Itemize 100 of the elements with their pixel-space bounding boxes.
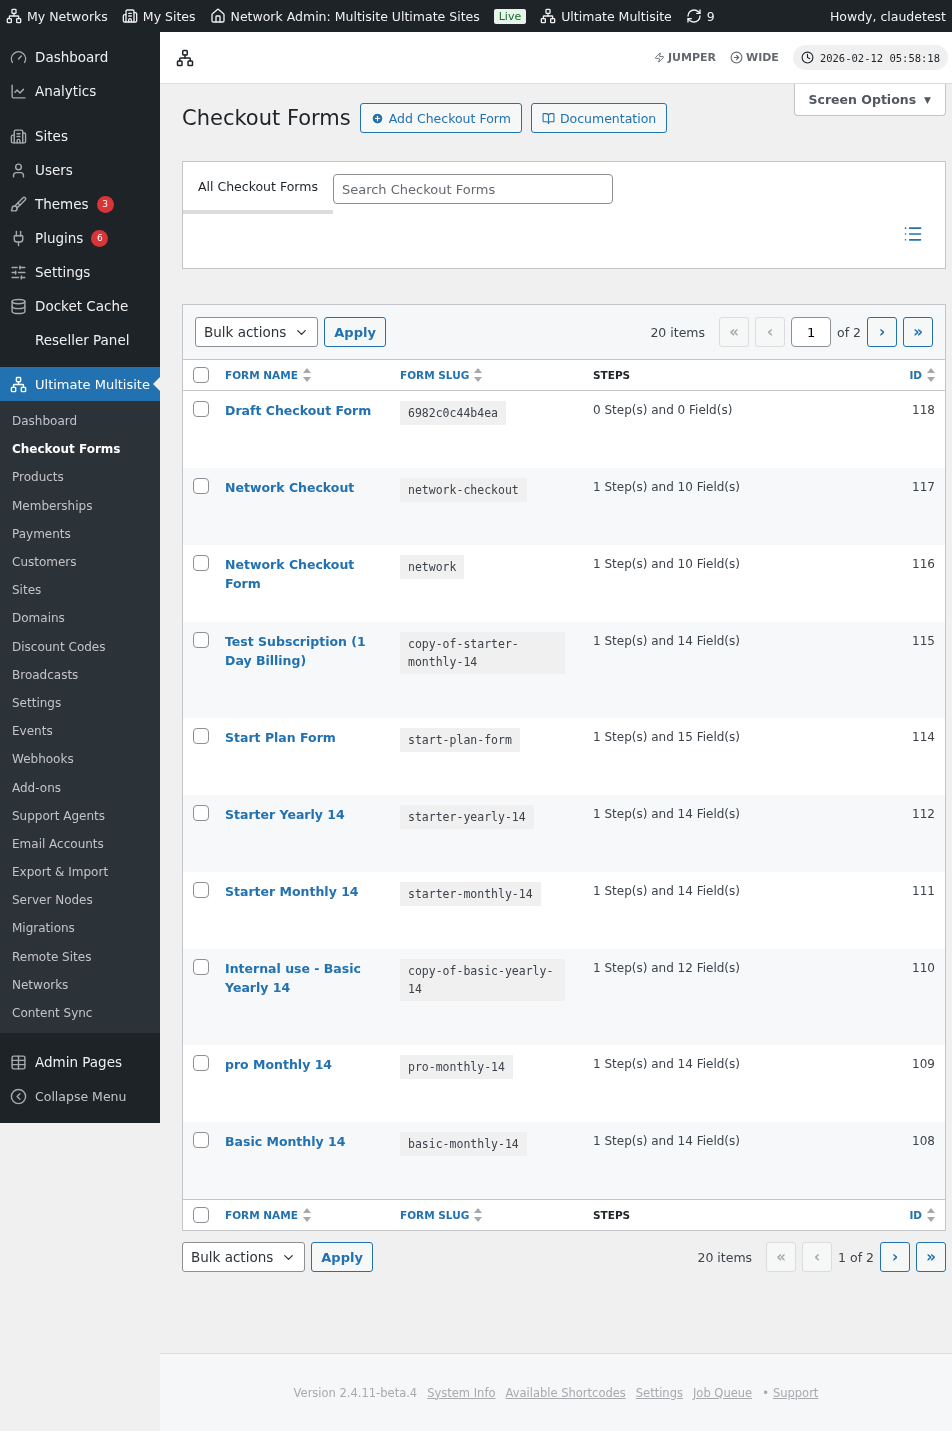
bulk-actions-select[interactable]: Bulk actions: [182, 1242, 306, 1272]
apply-button[interactable]: Apply: [311, 1242, 373, 1272]
search-field[interactable]: Search Checkout Forms: [332, 174, 613, 204]
column-header[interactable]: FORM NAME: [225, 369, 298, 381]
form-name-link[interactable]: Basic Monthly 14: [225, 1132, 400, 1199]
steps-cell-text: 1 Step(s) and 14 Field(s): [593, 633, 741, 650]
form-name-link[interactable]: Internal use - Basic Yearly 14: [225, 959, 400, 1045]
form-name-link[interactable]: pro Monthly 14: [225, 1055, 400, 1122]
form-slug: copy-of-basic-yearly-14: [400, 959, 565, 1001]
select-all-checkbox[interactable]: [193, 367, 209, 383]
network-icon: [540, 8, 557, 24]
steps-cell-text: 1 Step(s) and 15 Field(s): [593, 729, 741, 746]
submenu-item[interactable]: Payments: [0, 519, 160, 548]
greeting-link[interactable]: Howdy, claudetest: [829, 8, 946, 24]
submenu-item[interactable]: Events: [0, 717, 160, 746]
items-count: 20 items: [697, 1249, 753, 1265]
column-header[interactable]: FORM SLUG: [400, 369, 470, 381]
menu-item[interactable]: Sites: [0, 119, 160, 153]
id-cell-text: 116: [911, 556, 936, 573]
header-button[interactable]: Add Checkout Form: [359, 103, 522, 133]
row-checkbox[interactable]: [193, 555, 209, 571]
admin-bar-link[interactable]: 9: [706, 8, 715, 24]
submenu-item[interactable]: Customers: [0, 547, 160, 577]
submenu-item[interactable]: Broadcasts: [0, 660, 160, 689]
submenu-item[interactable]: Email Accounts: [0, 829, 160, 858]
admin-bar-link[interactable]: My Networks: [27, 8, 108, 24]
submenu-item[interactable]: Dashboard: [0, 407, 160, 436]
row-checkbox[interactable]: [193, 805, 209, 821]
submenu-item[interactable]: Content Sync: [0, 998, 160, 1028]
pagination-button[interactable]: »: [903, 317, 933, 347]
admin-bar-link[interactable]: My Sites: [142, 8, 196, 24]
count-badge: 6: [91, 229, 109, 247]
pagination-button[interactable]: ›: [880, 1242, 910, 1272]
submenu-item[interactable]: Sites: [0, 576, 160, 605]
submenu-item[interactable]: Memberships: [0, 491, 160, 520]
menu-item[interactable]: Settings: [0, 255, 160, 289]
submenu-item[interactable]: Checkout Forms: [0, 435, 160, 464]
jumper-link[interactable]: JUMPER: [668, 51, 716, 64]
lightning-icon: [654, 52, 665, 63]
clock-text: 2026-02-12 05:58:18: [819, 51, 940, 64]
submenu-item[interactable]: Migrations: [0, 914, 160, 943]
screen-options-button[interactable]: Screen Options ▼: [793, 84, 946, 116]
row-checkbox[interactable]: [193, 478, 209, 494]
admin-bar-link[interactable]: Ultimate Multisite: [561, 8, 672, 24]
form-name-link[interactable]: Network Checkout Form: [225, 555, 400, 622]
menu-item[interactable]: Docket Cache: [0, 289, 160, 323]
column-header[interactable]: ID: [909, 1209, 922, 1221]
menu-item[interactable]: Users: [0, 153, 160, 187]
menu-item[interactable]: Themes 3: [0, 187, 160, 221]
apply-button[interactable]: Apply: [324, 317, 386, 347]
row-checkbox[interactable]: [193, 959, 209, 975]
form-name-link[interactable]: Test Subscription (1 Day Billing): [225, 632, 400, 718]
wide-link[interactable]: WIDE: [746, 51, 779, 64]
submenu-item[interactable]: Support Agents: [0, 801, 160, 830]
refresh-icon: [685, 8, 702, 24]
row-checkbox[interactable]: [193, 632, 209, 648]
menu-item[interactable]: Admin Pages: [0, 1045, 160, 1080]
sort-icon: [302, 1208, 311, 1222]
form-name-link[interactable]: Network Checkout: [225, 478, 400, 545]
select-all-checkbox[interactable]: [193, 1207, 209, 1223]
submenu-item[interactable]: Discount Codes: [0, 632, 160, 661]
row-checkbox[interactable]: [193, 728, 209, 744]
menu-item[interactable]: Analytics: [0, 74, 160, 108]
menu-item[interactable]: Dashboard: [0, 40, 160, 74]
submenu-item[interactable]: Add-ons: [0, 773, 160, 802]
submenu-item[interactable]: Server Nodes: [0, 886, 160, 915]
submenu-item[interactable]: Products: [0, 463, 160, 492]
row-checkbox[interactable]: [193, 882, 209, 898]
submenu-item[interactable]: Webhooks: [0, 745, 160, 774]
submenu-item[interactable]: Export & Import: [0, 858, 160, 887]
pagination-button[interactable]: »: [916, 1242, 946, 1272]
menu-item[interactable]: Collapse Menu: [0, 1079, 160, 1114]
column-header[interactable]: FORM NAME: [225, 1209, 298, 1221]
form-name-link[interactable]: Starter Yearly 14: [225, 805, 400, 872]
form-name-link[interactable]: Start Plan Form: [225, 728, 400, 795]
bulk-actions-select[interactable]: Bulk actions: [195, 317, 319, 347]
column-header[interactable]: FORM SLUG: [400, 1209, 470, 1221]
pagination-button[interactable]: ›: [867, 317, 897, 347]
row-checkbox[interactable]: [193, 1132, 209, 1148]
form-slug: starter-yearly-14: [400, 805, 534, 829]
menu-item[interactable]: Ultimate Multisite: [0, 367, 160, 401]
count-badge: 3: [96, 195, 114, 213]
list-view-icon[interactable]: [903, 224, 923, 244]
column-header[interactable]: ID: [909, 369, 922, 381]
submenu-item[interactable]: Settings: [0, 688, 160, 718]
row-checkbox[interactable]: [193, 1055, 209, 1071]
clock-icon: [800, 51, 814, 64]
header-button[interactable]: Documentation: [530, 103, 668, 133]
status-badge: Live: [493, 8, 527, 24]
submenu-item[interactable]: Networks: [0, 970, 160, 999]
admin-bar-link[interactable]: Network Admin: Multisite Ultimate Sites: [230, 8, 480, 24]
form-name-link[interactable]: Starter Monthly 14: [225, 882, 400, 949]
table-icon: [9, 1053, 27, 1071]
form-name-link[interactable]: Draft Checkout Form: [225, 401, 400, 468]
submenu-item[interactable]: Domains: [0, 604, 160, 633]
menu-item[interactable]: Plugins 6: [0, 221, 160, 255]
menu-item[interactable]: Reseller Panel: [0, 323, 160, 357]
page-input[interactable]: 1: [791, 317, 831, 347]
row-checkbox[interactable]: [193, 401, 209, 417]
submenu-item[interactable]: Remote Sites: [0, 942, 160, 971]
